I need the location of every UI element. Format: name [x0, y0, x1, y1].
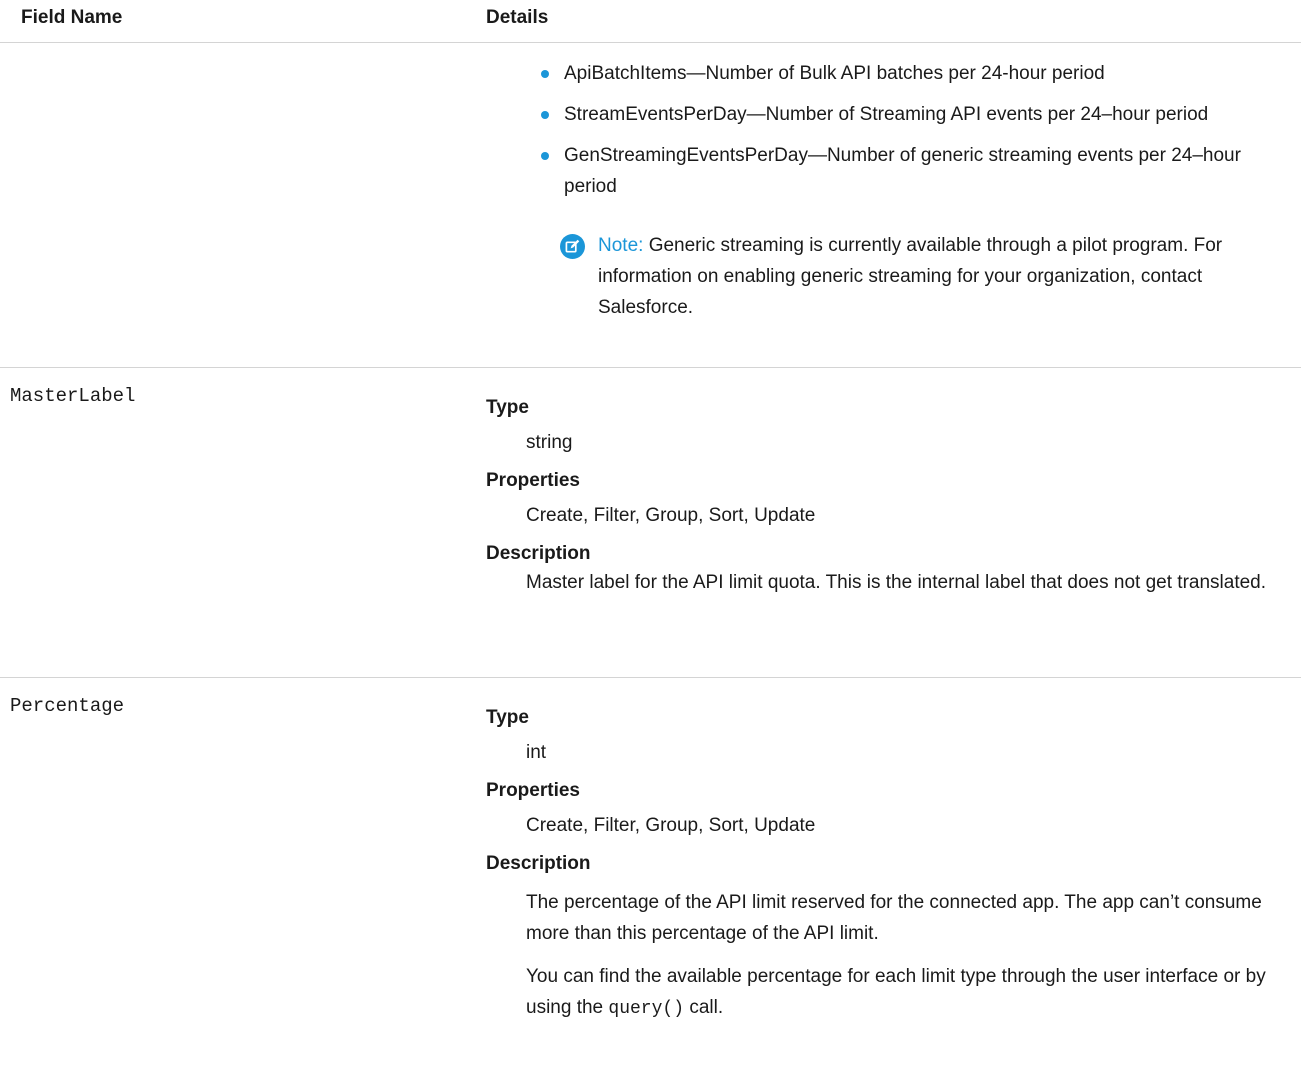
- column-header-details: Details: [486, 7, 549, 28]
- description-label: Description: [486, 543, 591, 564]
- row-divider: [0, 367, 1301, 368]
- description-text: The percentage of the API limit reserved…: [526, 892, 1262, 944]
- list-item: GenStreamingEventsPerDay—Number of gener…: [541, 140, 1291, 202]
- description-label: Description: [486, 853, 591, 874]
- limit-type-list: ApiBatchItems—Number of Bulk API batches…: [541, 58, 1291, 212]
- properties-label: Properties: [486, 780, 580, 801]
- list-item: ApiBatchItems—Number of Bulk API batches…: [541, 58, 1291, 89]
- properties-value: Create, Filter, Group, Sort, Update: [526, 505, 816, 526]
- table-header: Field Name Details: [0, 0, 1301, 43]
- description-text-2: You can find the available percentage fo…: [526, 966, 1266, 1019]
- note-text: Note: Generic streaming is currently ava…: [598, 230, 1280, 323]
- note-callout: Note: Generic streaming is currently ava…: [560, 230, 1280, 323]
- type-value: int: [526, 742, 547, 763]
- bullet-icon: [541, 111, 549, 119]
- field-name-masterlabel: MasterLabel: [10, 385, 136, 407]
- properties-label: Properties: [486, 470, 580, 491]
- note-body: Generic streaming is currently available…: [598, 235, 1223, 318]
- bullet-icon: [541, 152, 549, 160]
- field-details-percentage: Type int Properties Create, Filter, Grou…: [486, 705, 1286, 1037]
- bullet-icon: [541, 70, 549, 78]
- row-divider: [0, 677, 1301, 678]
- list-item: StreamEventsPerDay—Number of Streaming A…: [541, 99, 1291, 130]
- query-call-code: query(): [608, 999, 685, 1019]
- type-label: Type: [486, 397, 529, 418]
- properties-value: Create, Filter, Group, Sort, Update: [526, 815, 816, 836]
- field-name-percentage: Percentage: [10, 695, 125, 717]
- type-label: Type: [486, 707, 529, 728]
- edit-note-icon: [560, 234, 585, 259]
- type-value: string: [526, 432, 573, 453]
- field-details-masterlabel: Type string Properties Create, Filter, G…: [486, 395, 1286, 610]
- note-label: Note:: [598, 235, 644, 256]
- description-text: Master label for the API limit quota. Th…: [526, 572, 1267, 593]
- column-header-field-name: Field Name: [21, 7, 123, 28]
